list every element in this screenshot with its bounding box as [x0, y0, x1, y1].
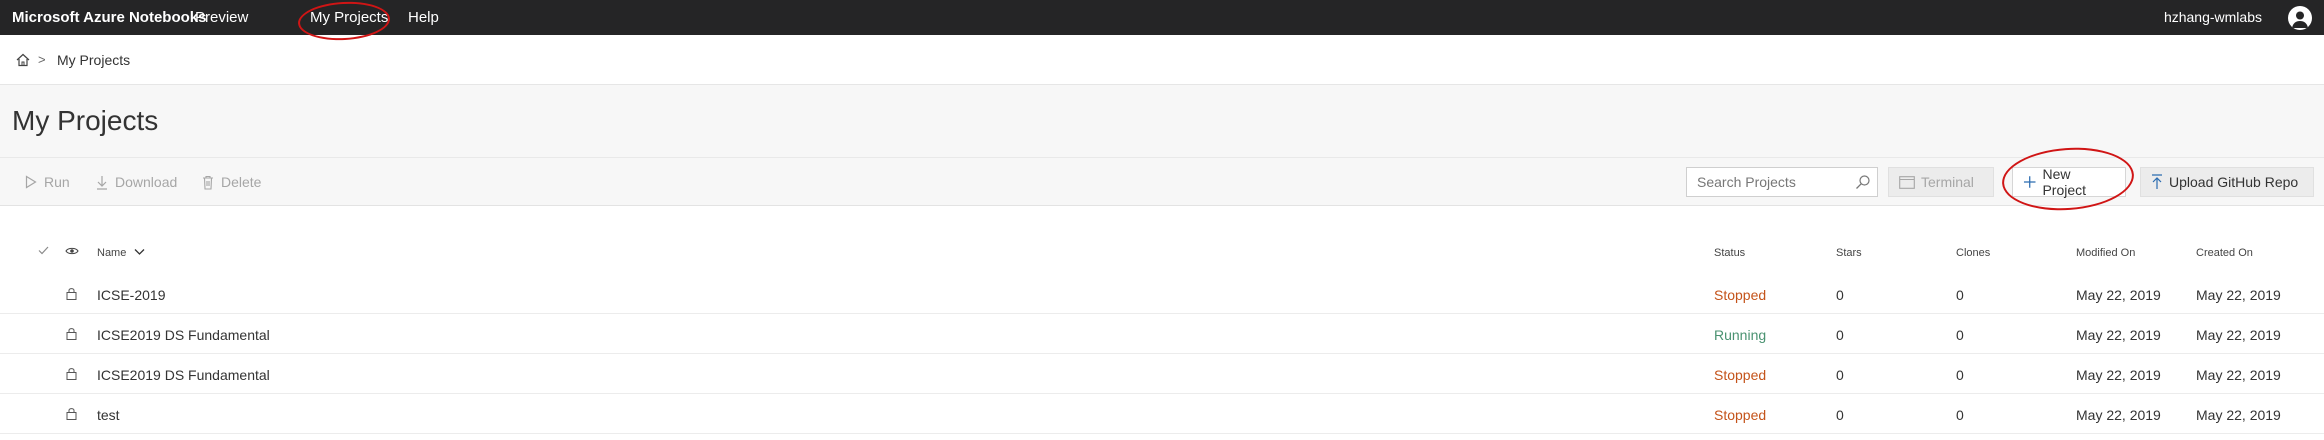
new-project-label: New Project: [2042, 166, 2087, 198]
delete-button[interactable]: Delete: [202, 158, 261, 206]
created-date: May 22, 2019: [2196, 407, 2281, 423]
nav-my-projects[interactable]: My Projects: [310, 0, 388, 35]
search-input[interactable]: [1687, 168, 1847, 196]
chevron-down-icon: [134, 249, 145, 255]
column-header-stars[interactable]: Stars: [1836, 247, 1862, 259]
modified-date: May 22, 2019: [2076, 407, 2161, 423]
trash-icon: [203, 175, 213, 190]
upload-label: Upload GitHub Repo: [2169, 174, 2299, 190]
new-project-button[interactable]: New Project: [2012, 166, 2126, 198]
column-name-label: Name: [97, 247, 127, 259]
created-date: May 22, 2019: [2196, 287, 2281, 303]
download-label: Download: [115, 174, 178, 190]
modified-date: May 22, 2019: [2076, 367, 2161, 383]
status-badge: Stopped: [1714, 367, 1767, 383]
checkmark-icon: [38, 246, 49, 255]
nav-preview[interactable]: Preview: [195, 0, 248, 35]
table-header: Name Status Stars Clones Modified On Cre…: [0, 232, 2324, 274]
modified-date: May 22, 2019: [2076, 327, 2161, 343]
lock-icon: [66, 407, 77, 423]
column-header-name[interactable]: Name: [97, 247, 145, 259]
stars-count: 0: [1836, 327, 1844, 343]
lock-icon: [66, 287, 77, 303]
home-icon[interactable]: [15, 52, 31, 68]
stars-count: 0: [1836, 367, 1844, 383]
project-name[interactable]: ICSE-2019: [97, 287, 165, 303]
upload-github-repo-button[interactable]: Upload GitHub Repo: [2140, 167, 2314, 197]
table-row[interactable]: test Stopped 0 0 May 22, 2019 May 22, 20…: [0, 394, 2324, 434]
lock-icon: [66, 327, 77, 343]
project-name[interactable]: ICSE2019 DS Fundamental: [97, 367, 270, 383]
select-all-checkbox[interactable]: [38, 246, 49, 258]
terminal-label: Terminal: [1921, 174, 1974, 190]
stars-count: 0: [1836, 407, 1844, 423]
run-label: Run: [44, 174, 70, 190]
stars-count: 0: [1836, 287, 1844, 303]
nav-help[interactable]: Help: [408, 0, 439, 35]
terminal-icon: [1899, 175, 1915, 189]
column-header-status[interactable]: Status: [1714, 247, 1745, 259]
column-header-modified-on[interactable]: Modified On: [2076, 247, 2135, 259]
modified-date: May 22, 2019: [2076, 287, 2161, 303]
status-badge: Stopped: [1714, 407, 1767, 423]
play-icon: [25, 175, 37, 189]
breadcrumb: > My Projects: [0, 35, 2324, 85]
table-row[interactable]: ICSE2019 DS Fundamental Stopped 0 0 May …: [0, 354, 2324, 394]
lock-icon: [66, 367, 77, 383]
page-header: My Projects: [0, 85, 2324, 158]
created-date: May 22, 2019: [2196, 367, 2281, 383]
column-header-clones[interactable]: Clones: [1956, 247, 1990, 259]
search-icon[interactable]: [1855, 174, 1871, 190]
table-row[interactable]: ICSE-2019 Stopped 0 0 May 22, 2019 May 2…: [0, 274, 2324, 314]
app-brand[interactable]: Microsoft Azure Notebooks: [12, 0, 206, 35]
project-name[interactable]: ICSE2019 DS Fundamental: [97, 327, 270, 343]
search-projects: [1686, 167, 1878, 197]
projects-table: Name Status Stars Clones Modified On Cre…: [0, 232, 2324, 434]
column-header-created-on[interactable]: Created On: [2196, 247, 2253, 259]
table-row[interactable]: ICSE2019 DS Fundamental Running 0 0 May …: [0, 314, 2324, 354]
status-badge: Running: [1714, 327, 1767, 343]
run-button[interactable]: Run: [25, 158, 70, 206]
download-button[interactable]: Download: [96, 158, 177, 206]
breadcrumb-current: My Projects: [57, 52, 131, 68]
terminal-button[interactable]: Terminal: [1888, 167, 1994, 197]
status-badge: Stopped: [1714, 287, 1767, 303]
eye-icon: [65, 247, 79, 255]
user-name[interactable]: hzhang-wmlabs: [2164, 0, 2262, 35]
delete-label: Delete: [221, 174, 262, 190]
plus-icon: [2023, 176, 2036, 188]
download-icon: [97, 175, 107, 190]
visibility-column-icon: [65, 246, 79, 259]
created-date: May 22, 2019: [2196, 327, 2281, 343]
user-avatar-icon[interactable]: [2288, 6, 2312, 30]
top-nav-bar: Microsoft Azure Notebooks Preview My Pro…: [0, 0, 2324, 35]
clones-count: 0: [1956, 287, 1964, 303]
clones-count: 0: [1956, 327, 1964, 343]
clones-count: 0: [1956, 367, 1964, 383]
page-title: My Projects: [12, 105, 159, 136]
breadcrumb-separator: >: [38, 52, 46, 67]
upload-icon: [2152, 174, 2162, 189]
project-name[interactable]: test: [97, 407, 120, 423]
command-bar: Run Download Delete Terminal New Project…: [0, 158, 2324, 206]
clones-count: 0: [1956, 407, 1964, 423]
